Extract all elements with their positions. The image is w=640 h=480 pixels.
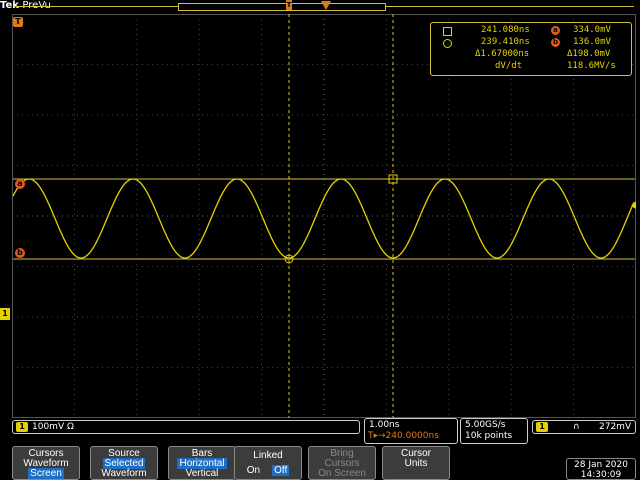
linked-softkey[interactable]: Linked On Off <box>234 446 302 480</box>
cursor-a-icon: a <box>551 26 560 35</box>
circle-cursor-icon <box>443 39 452 48</box>
channel1-badge: 1 <box>16 422 28 432</box>
cursor-units-l2-label: Units <box>404 458 428 469</box>
channel1-waveform <box>12 178 635 259</box>
readout-value-b: 136.0mV <box>573 37 611 47</box>
record-length-text: 10k points <box>465 431 513 441</box>
timebase-text: 1.00ns <box>369 420 400 430</box>
square-cursor-icon <box>443 27 452 36</box>
readout-delta-time: Δ1.67000ns <box>475 49 530 59</box>
bars-softkey[interactable]: Bars Horizontal Vertical <box>168 446 236 480</box>
trigger-channel-badge: 1 <box>536 422 548 432</box>
date-text: 28 Jan 2020 <box>574 460 628 470</box>
cursors-mode-softkey[interactable]: Cursors Waveform Screen <box>12 446 80 480</box>
linked-l2-label: On <box>246 465 261 476</box>
ch1-scale-text: 100mV Ω <box>32 422 74 432</box>
timebase-readout[interactable]: 1.00ns T▸→240.0000ns <box>364 418 458 444</box>
selected-option-label: Screen <box>28 468 64 479</box>
cursors-mode-l3-label: Screen <box>13 468 79 479</box>
sample-rate-text: 5.00GS/s <box>465 420 506 430</box>
source-softkey[interactable]: Source Selected Waveform <box>90 446 158 480</box>
readout-dvdt-label: dV/dt <box>495 61 523 71</box>
time-text: 14:30:09 <box>580 470 622 480</box>
cursor-readout-panel[interactable]: 241.080ns a 334.0mV 239.410ns b 136.0mV … <box>430 22 632 76</box>
readout-time-1: 241.080ns <box>481 25 530 35</box>
cursor-b-marker[interactable]: b <box>15 248 25 258</box>
oscilloscope-screen: Tek PreVu T T a b 1 241.080ns a 334.0mV … <box>0 0 640 480</box>
cursor-b-icon: b <box>551 38 560 47</box>
trigger-level-text: 272mV <box>599 422 632 432</box>
readout-value-a: 334.0mV <box>573 25 611 35</box>
trigger-delay-text: T▸→240.0000ns <box>368 431 439 441</box>
date-time-display: 28 Jan 2020 14:30:09 <box>566 458 636 480</box>
readout-time-2: 239.410ns <box>481 37 530 47</box>
bring-cursors-on-screen-l3-label: On Screen <box>318 468 366 479</box>
linked-l3-label: Off <box>272 465 290 476</box>
cursor-a-marker[interactable]: a <box>15 179 25 189</box>
linked-l1-label: Linked <box>253 450 283 461</box>
trigger-time-marker[interactable]: T <box>13 17 23 27</box>
trigger-readout[interactable]: 1 ∩ 272mV <box>532 420 636 434</box>
rising-edge-icon: ∩ <box>573 422 580 432</box>
linked-options-row: On Off <box>235 465 301 476</box>
acquisition-readout[interactable]: 5.00GS/s 10k points <box>460 418 528 444</box>
selected-option-label: Off <box>272 465 290 476</box>
readout-dvdt-value: 118.6MV/s <box>567 61 616 71</box>
readout-delta-value: Δ198.0mV <box>567 49 611 59</box>
channel1-scale-readout[interactable]: 1 100mV Ω <box>12 420 360 434</box>
bring-cursors-on-screen-softkey[interactable]: Bring Cursors On Screen <box>308 446 376 480</box>
cursor-units-softkey[interactable]: Cursor Units <box>382 446 450 480</box>
source-l3-label: Waveform <box>101 468 147 479</box>
channel1-ground-marker[interactable]: 1 <box>0 308 10 320</box>
bars-l3-label: Vertical <box>185 468 219 479</box>
